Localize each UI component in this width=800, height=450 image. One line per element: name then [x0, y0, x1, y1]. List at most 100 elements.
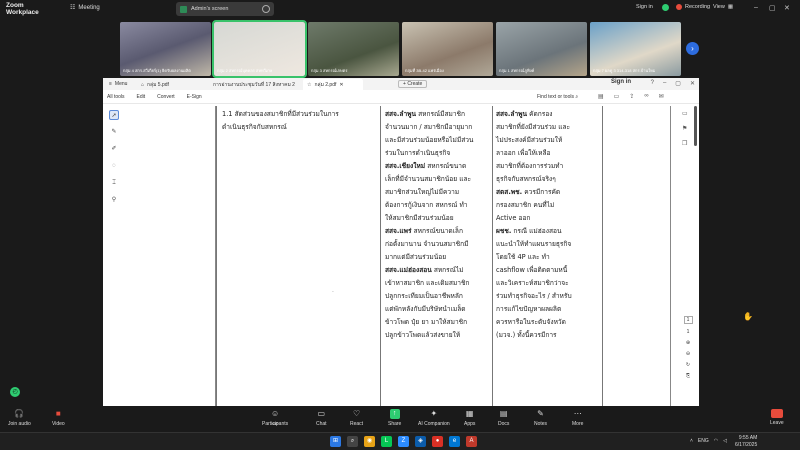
chat-icon[interactable]: ▭: [614, 93, 620, 100]
zoom-logo: Zoom Workplace: [6, 2, 39, 16]
edge-icon[interactable]: e: [449, 436, 460, 447]
comment-panel-icon[interactable]: ▭: [682, 110, 688, 117]
chat-button[interactable]: ▭ Chat: [316, 409, 327, 427]
apps-button[interactable]: ▦ Apps: [464, 409, 475, 427]
line-app-icon[interactable]: L: [381, 436, 392, 447]
minimize-icon[interactable]: –: [754, 4, 758, 11]
chrome-icon[interactable]: ◉: [364, 436, 375, 447]
notes-icon: ✎: [537, 409, 544, 418]
pdf-page: 1.1 สัดส่วนของสมาชิกที่มีส่วนร่วมในการ ด…: [215, 106, 671, 406]
esign-button[interactable]: E-Sign: [187, 94, 202, 100]
text-normal: กรณี แม่ฮ่องสอน: [511, 227, 562, 235]
more-options-icon[interactable]: [262, 5, 270, 13]
meeting-menu[interactable]: ☷ Meeting: [70, 4, 100, 12]
acrobat-icon[interactable]: A: [466, 436, 477, 447]
tab-file-2[interactable]: การอ่านงานประชุมวันที่ 17 สิงหาคม 2568: [209, 79, 299, 90]
text-normal: ร่วมทำธุรกิจอะไร / สำหรับ: [496, 292, 572, 300]
all-tools-button[interactable]: All tools: [107, 94, 125, 100]
shared-pdf-window: ≡ Menu ⌂ กลุ่ม 5.pdf การอ่านงานประชุมวันที…: [103, 78, 753, 406]
create-button[interactable]: + Create: [398, 80, 428, 88]
zoom-out-icon[interactable]: ⊖: [686, 351, 690, 357]
convert-button[interactable]: Convert: [157, 94, 175, 100]
sign-in-link[interactable]: Sign in: [636, 4, 653, 10]
windows-taskbar: ⊞ ⌕ ◉ L Z ◈ ● e A ˄ ENG ◠ ◁ 9:55 AM 6/17…: [0, 432, 800, 450]
text-line: สมาชิกส่วนใหญ่ไม่มีความ: [385, 186, 495, 199]
maximize-icon[interactable]: ▢: [675, 80, 681, 87]
rotate-icon[interactable]: ↻: [686, 362, 690, 368]
text-line: สสจ.แพร่ สหกรณ์ขนาดเล็ก: [385, 225, 495, 238]
join-audio-button[interactable]: 🎧 Join audio: [8, 409, 31, 427]
share-button[interactable]: ↑ Share: [388, 409, 401, 427]
lasso-icon[interactable]: ◌: [109, 161, 119, 171]
comment-icon[interactable]: ✎: [109, 127, 119, 137]
wifi-icon[interactable]: ◠: [714, 438, 718, 444]
zoom-app-icon[interactable]: Z: [398, 436, 409, 447]
windows-start-icon[interactable]: ⊞: [330, 436, 341, 447]
share-icon[interactable]: ⇪: [629, 93, 634, 100]
docs-button[interactable]: ▤ Docs: [498, 409, 509, 427]
pdf-sign-in-button[interactable]: Sign in: [611, 79, 631, 85]
language-indicator[interactable]: ENG: [698, 438, 709, 444]
view-menu[interactable]: View ▦: [713, 4, 733, 10]
zoom-apps-badge-icon[interactable]: ◴: [10, 387, 20, 397]
participant-video[interactable]: กลุ่ม 7 ผลดู 3 314-318 สกร.บ้านใหม่: [590, 22, 681, 76]
participant-video[interactable]: กลุ่ม 1 สหกรณ์ภูพิงค์: [496, 22, 587, 76]
text-normal: ควรมีการคัด: [522, 188, 561, 196]
zoom-in-icon[interactable]: ⊕: [686, 340, 690, 346]
security-shield-icon[interactable]: [662, 4, 669, 11]
close-tab-icon[interactable]: ✕: [339, 82, 343, 88]
tab-file-3[interactable]: ☆ กลุ่ม 2.pdf ✕: [303, 79, 363, 90]
fit-page-icon[interactable]: ⎘: [686, 373, 690, 379]
table-border: [380, 106, 381, 406]
video-button[interactable]: ■ Video: [52, 409, 65, 427]
text-normal: การแก้ไขปัญหาผลผลิต: [496, 305, 562, 313]
recording-indicator[interactable]: Recording: [676, 4, 710, 10]
home-icon: ⌂: [141, 81, 145, 88]
ai-companion-button[interactable]: ✦ AI Companion: [418, 409, 450, 427]
maximize-icon[interactable]: ▢: [769, 4, 776, 12]
close-icon[interactable]: ✕: [784, 4, 790, 12]
zoom-workplace-icon[interactable]: ◈: [415, 436, 426, 447]
screen-share-pill[interactable]: Admin's screen: [176, 2, 274, 16]
search-icon[interactable]: ⌕: [347, 436, 358, 447]
text-normal: สหกรณ์ไม่: [431, 266, 464, 274]
more-button[interactable]: ⋯ More: [572, 409, 583, 427]
chrome-profile-icon[interactable]: ●: [432, 436, 443, 447]
text-select-icon[interactable]: ⌶: [109, 178, 119, 188]
speaker-icon[interactable]: ◁: [723, 438, 727, 444]
select-cursor-icon[interactable]: ➚: [109, 110, 119, 120]
minimize-icon[interactable]: –: [663, 80, 666, 87]
participant-video-active-speaker[interactable]: กลุ่ม 2 สหกรณ์บุคคลร สหทวีเกษ: [212, 20, 307, 78]
close-icon[interactable]: ✕: [690, 80, 695, 87]
link-icon[interactable]: ∞: [644, 93, 648, 100]
document-icon: ▤: [499, 409, 508, 418]
help-icon[interactable]: ?: [651, 80, 654, 87]
tab-file-1[interactable]: ⌂ กลุ่ม 5.pdf: [137, 79, 207, 90]
participant-video[interactable]: กลุ่ม 4 สกร.สวีเกียร์(1) ยิดรับผลงานผลิต: [120, 22, 211, 76]
clock[interactable]: 9:55 AM 6/17/2025: [735, 435, 757, 448]
leave-button[interactable]: Leave: [770, 409, 784, 426]
text-normal: ธุรกิจกับสหกรณ์จริงๆ: [496, 175, 556, 183]
bookmark-icon[interactable]: ⚑: [682, 125, 688, 132]
pen-icon[interactable]: ✐: [109, 144, 119, 154]
text-line: ปลูกข้าวโพดแล้วส่งขายให้: [385, 329, 495, 342]
edit-button[interactable]: Edit: [137, 94, 146, 100]
print-icon[interactable]: ▤: [598, 93, 604, 100]
stamp-icon[interactable]: ⚲: [109, 195, 119, 205]
next-page-arrow-icon[interactable]: ›: [686, 42, 699, 55]
participant-video[interactable]: กลุ่มที่ 3B-42 แพร่เมือง: [402, 22, 493, 76]
text-line: สตส.พช. ควรมีการคัด: [496, 186, 604, 199]
current-page-number[interactable]: 1: [683, 316, 693, 324]
text-line: ลาออก เพื่อให้เหลือ: [496, 147, 604, 160]
pages-icon[interactable]: ❐: [682, 140, 688, 147]
participant-video[interactable]: กลุ่ม 3 สหกรณ์เกษตร: [308, 22, 399, 76]
participants-button[interactable]: ☺450 Participants: [262, 409, 288, 427]
notes-button[interactable]: ✎ Notes: [534, 409, 547, 427]
text-line: ต้องการกู้เงินจาก สหกรณ์ ทำ: [385, 199, 495, 212]
menu-button[interactable]: ≡ Menu: [109, 81, 127, 87]
scrollbar-thumb[interactable]: [694, 106, 697, 146]
chevron-up-icon[interactable]: ˄: [690, 438, 693, 444]
mail-icon[interactable]: ✉: [659, 93, 664, 100]
react-button[interactable]: ♡ React: [350, 409, 363, 427]
find-text-input[interactable]: Find text or tools ⌕: [537, 94, 578, 100]
